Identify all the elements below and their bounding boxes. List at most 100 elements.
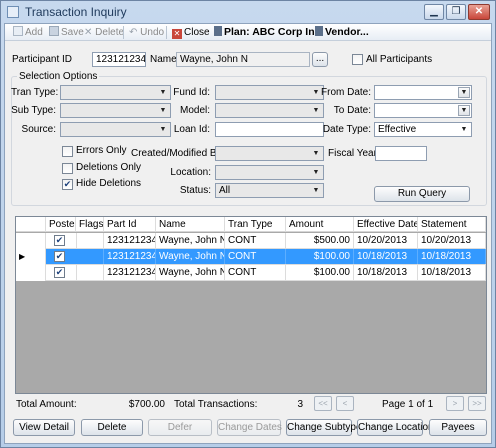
posted-checkbox[interactable]: ✔: [54, 235, 65, 246]
column-header-effective-date[interactable]: Effective Date: [354, 217, 418, 232]
column-header-posted[interactable]: Posted: [46, 217, 76, 232]
browse-participant-button[interactable]: ...: [312, 52, 328, 67]
change-subtype-button[interactable]: Change Subtype: [286, 419, 362, 436]
next-page-button[interactable]: >: [446, 396, 464, 411]
minimize-button[interactable]: ▁: [424, 4, 444, 20]
statement-cell: 10/18/2013: [418, 265, 486, 280]
current-row-indicator-icon[interactable]: ▶: [16, 249, 46, 265]
sub-type-label: Sub Type:: [11, 105, 56, 116]
effective-date-cell: 10/18/2013: [354, 249, 418, 264]
change-dates-button[interactable]: Change Dates: [217, 419, 282, 436]
effective-date-cell: 10/20/2013: [354, 233, 418, 248]
column-header-tran-type[interactable]: Tran Type: [225, 217, 286, 232]
source-label: Source:: [21, 124, 56, 135]
last-page-button[interactable]: >>: [468, 396, 486, 411]
effective-date-cell: 10/18/2013: [354, 265, 418, 280]
fiscal-year-label: Fiscal Year:: [328, 148, 380, 159]
column-header-name[interactable]: Name: [156, 217, 225, 232]
column-header-flags[interactable]: Flags: [76, 217, 104, 232]
add-button[interactable]: Add: [13, 26, 43, 39]
from-date-picker[interactable]: ▼: [374, 85, 472, 100]
payees-button[interactable]: Payees: [429, 419, 487, 436]
calendar-dropdown-icon: ▼: [458, 105, 470, 116]
table-row[interactable]: ✔ 123121234 Wayne, John N CONT $500.00 1…: [16, 233, 486, 249]
amount-cell: $100.00: [286, 249, 354, 264]
deletions-only-checkbox[interactable]: [62, 163, 73, 174]
part-id-cell: 123121234: [104, 249, 156, 264]
status-label: Status:: [179, 185, 211, 196]
errors-only-label: Errors Only: [76, 145, 127, 156]
toolbar-separator: [123, 26, 124, 39]
date-type-label: Date Type:: [322, 124, 371, 135]
part-id-cell: 123121234: [104, 233, 156, 248]
total-transactions-label: Total Transactions:: [174, 399, 258, 410]
status-select[interactable]: All ▼: [215, 183, 324, 198]
toolbar-separator: [166, 26, 167, 39]
run-query-button[interactable]: Run Query: [374, 186, 470, 202]
save-icon: [49, 26, 59, 36]
defer-button[interactable]: Defer: [148, 419, 212, 436]
model-select[interactable]: ▼: [215, 103, 324, 118]
change-location-button[interactable]: Change Location: [357, 419, 434, 436]
first-page-button[interactable]: <<: [314, 396, 332, 411]
row-header-corner: [16, 217, 46, 232]
undo-button[interactable]: ↶ Undo: [129, 26, 164, 39]
name-cell: Wayne, John N: [156, 265, 225, 280]
chevron-down-icon: ▼: [312, 150, 320, 157]
total-amount-label: Total Amount:: [16, 399, 77, 410]
posted-checkbox[interactable]: ✔: [54, 267, 65, 278]
participant-name-field: Wayne, John N: [176, 52, 310, 67]
participant-id-label: Participant ID: [12, 54, 73, 65]
created-modified-select[interactable]: ▼: [215, 146, 324, 161]
tran-type-cell: CONT: [225, 249, 286, 264]
hide-deletions-checkbox[interactable]: ✔: [62, 179, 73, 190]
close-button[interactable]: ✕ Close: [172, 26, 210, 39]
tran-type-select[interactable]: ▼: [60, 85, 171, 100]
delete-transaction-button[interactable]: Delete: [81, 419, 143, 436]
delete-button[interactable]: ✕ Delete: [84, 26, 124, 39]
column-header-amount[interactable]: Amount: [286, 217, 354, 232]
window-close-button[interactable]: ✕: [468, 4, 490, 20]
maximize-button[interactable]: ❐: [446, 4, 466, 20]
save-button[interactable]: Save: [49, 26, 84, 39]
table-row[interactable]: ✔ 123121234 Wayne, John N CONT $100.00 1…: [16, 265, 486, 281]
sub-type-select[interactable]: ▼: [60, 103, 171, 118]
row-header[interactable]: [16, 265, 46, 281]
view-detail-button[interactable]: View Detail: [13, 419, 75, 436]
errors-only-checkbox[interactable]: [62, 146, 73, 157]
total-amount-value: $700.00: [128, 399, 165, 410]
flags-cell: [76, 233, 104, 248]
to-date-picker[interactable]: ▼: [374, 103, 472, 118]
fiscal-year-input[interactable]: [375, 146, 427, 161]
all-participants-checkbox[interactable]: [352, 54, 363, 65]
date-type-select[interactable]: Effective ▼: [374, 122, 472, 137]
row-header[interactable]: [16, 233, 46, 249]
flags-cell: [76, 249, 104, 264]
app-icon: [7, 6, 19, 18]
delete-icon: ✕: [84, 27, 93, 38]
table-row-selected[interactable]: ▶ ✔ 123121234 Wayne, John N CONT $100.00…: [16, 249, 486, 265]
toolbar: Add Save ✕ Delete ↶ Undo ✕ Close Plan: AB…: [5, 24, 491, 41]
plan-icon: [214, 26, 222, 36]
fund-id-select[interactable]: ▼: [215, 85, 324, 100]
column-header-statement[interactable]: Statement: [418, 217, 486, 232]
location-select[interactable]: ▼: [215, 165, 324, 180]
source-select[interactable]: ▼: [60, 122, 171, 137]
column-header-part-id[interactable]: Part Id: [104, 217, 156, 232]
from-date-label: From Date:: [321, 87, 372, 98]
vendor-icon: [315, 26, 323, 36]
posted-checkbox[interactable]: ✔: [54, 251, 65, 262]
statement-cell: 10/20/2013: [418, 233, 486, 248]
participant-id-input[interactable]: 123121234: [92, 52, 146, 67]
to-date-label: To Date:: [333, 105, 371, 116]
previous-page-button[interactable]: <: [336, 396, 354, 411]
transactions-grid: Posted Flags Part Id Name Tran Type Amou…: [15, 216, 487, 394]
loan-id-input[interactable]: [215, 122, 324, 137]
vendor-button[interactable]: Vendor...: [315, 26, 369, 39]
name-cell: Wayne, John N: [156, 249, 225, 264]
plan-button[interactable]: Plan: ABC Corp Inc: [214, 26, 320, 39]
transaction-inquiry-window: Transaction Inquiry ▁ ❐ ✕ Add Save ✕ Del…: [0, 0, 496, 448]
part-id-cell: 123121234: [104, 265, 156, 280]
close-icon: ✕: [172, 29, 182, 39]
window-title: Transaction Inquiry: [25, 5, 127, 19]
